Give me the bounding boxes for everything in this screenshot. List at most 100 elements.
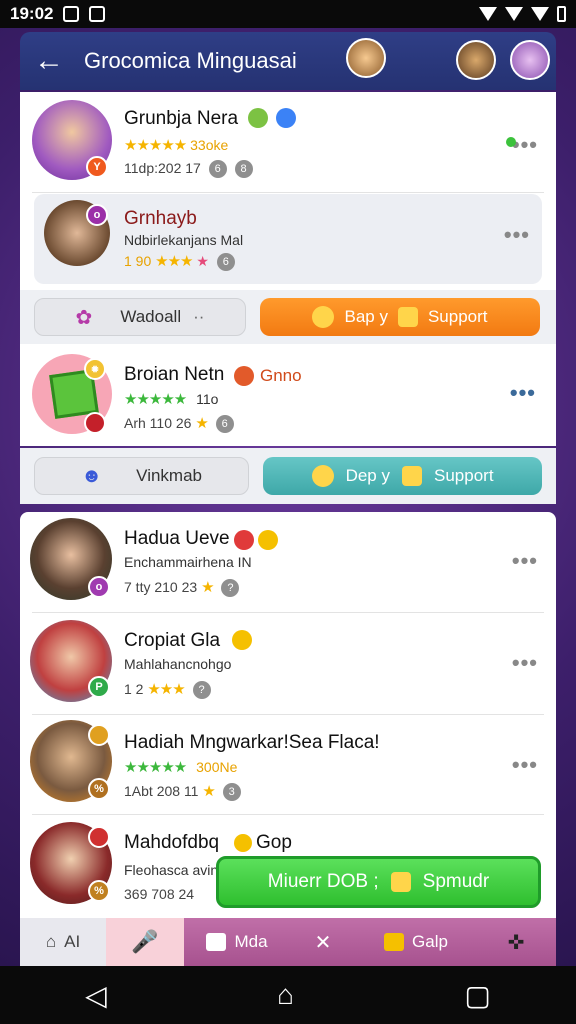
card3-panel[interactable]: ✹ Broian Netn Gnno ★★★★★ 11o Arh 110 26 … xyxy=(20,346,556,446)
rating-stars-icon: ★★★ xyxy=(155,253,193,270)
nav-tools[interactable]: ✕ xyxy=(290,918,356,966)
card2-sub: Ndbirlekanjans Mal xyxy=(124,232,244,248)
info-icon[interactable]: 6 xyxy=(215,415,234,434)
tag-icon xyxy=(234,366,254,386)
help-icon[interactable]: ? xyxy=(221,579,240,598)
star-icon: ★ xyxy=(202,783,215,800)
tools-icon: ✕ xyxy=(314,931,332,954)
nav-mic[interactable]: 🎤 xyxy=(106,918,184,966)
gift-icon xyxy=(384,933,405,951)
help-icon[interactable]: ? xyxy=(192,681,211,700)
card2-highlight[interactable] xyxy=(34,194,542,284)
action-bar-2: ☻ Vinkmab Dep y Support xyxy=(20,448,556,504)
card1-name: Grunbja Nera xyxy=(124,108,239,129)
recents-icon[interactable]: ▢ xyxy=(464,979,490,1012)
list-item-name: Mahdofdbq xyxy=(124,832,220,853)
bap-support-button[interactable]: Bap y Support xyxy=(260,298,540,336)
nav-more[interactable]: ✜ xyxy=(476,918,556,966)
wifi-icon xyxy=(479,7,497,21)
badge-icon: % xyxy=(88,880,110,902)
list-item-rating: ★★★★★ 300Ne xyxy=(124,759,238,776)
puzzle-icon: ✜ xyxy=(507,931,525,954)
back-icon[interactable]: ◁ xyxy=(85,979,107,1012)
level-badge-icon: Y xyxy=(86,156,108,178)
system-nav-bar: ◁ ⌂ ▢ xyxy=(0,966,576,1024)
card3-rating: ★★★★★ 11o xyxy=(124,391,219,408)
tag-icon xyxy=(234,530,254,550)
back-arrow-icon[interactable]: ← xyxy=(34,44,70,78)
list-item-sub: Mahlahancnohgo xyxy=(124,656,232,672)
check-icon xyxy=(397,307,418,327)
status-bar: 19:02 xyxy=(0,0,576,28)
badge-icon xyxy=(88,724,110,746)
rating-stars-icon: ★★★ xyxy=(147,681,185,698)
info-icon[interactable]: 6 xyxy=(208,160,227,179)
star-icon: ★ xyxy=(196,253,209,269)
vinkmab-button[interactable]: ☻ Vinkmab xyxy=(34,457,250,495)
signal-icon xyxy=(505,7,523,21)
more-options-icon[interactable]: ••• xyxy=(504,222,530,248)
badge-icon: % xyxy=(88,778,110,800)
more-options-icon[interactable]: ••• xyxy=(512,752,538,778)
rating-stars-icon: ★★★★★ xyxy=(124,391,187,408)
rating-stars-icon: ★★★★★ xyxy=(124,759,187,776)
star-icon: ★ xyxy=(201,579,214,596)
dots-icon: ·· xyxy=(193,307,205,326)
coin-icon xyxy=(311,465,334,487)
badge-icon: o xyxy=(88,576,110,598)
card3-tag: Gnno xyxy=(260,366,302,385)
more-options-icon[interactable]: ••• xyxy=(512,548,538,574)
settings-avatar[interactable] xyxy=(510,40,550,80)
list-item-meta: 7 tty 210 23 ★ ? xyxy=(124,578,240,598)
wadoall-button[interactable]: ✿ Wadoall ·· xyxy=(34,298,246,336)
verified-icon xyxy=(276,108,296,128)
nav-galp[interactable]: Galp xyxy=(356,918,476,966)
profile-avatar[interactable] xyxy=(456,40,496,80)
nav-mda[interactable]: Mda xyxy=(184,918,290,966)
more-options-icon[interactable]: ••• xyxy=(512,650,538,676)
bottom-nav: ⌂ AI 🎤 Mda ✕ Galp ✜ xyxy=(20,918,556,966)
coin-icon xyxy=(258,530,278,550)
user-icon: ☻ xyxy=(81,464,103,487)
list-item-meta: 1Abt 208 11 ★ 3 xyxy=(124,782,241,802)
nav-home[interactable]: ⌂ AI xyxy=(20,918,106,966)
app-header: ← Grocomica Minguasai xyxy=(20,32,556,90)
list-item-meta: 369 708 24 xyxy=(124,886,195,902)
flower-icon: ✿ xyxy=(75,306,93,329)
page-title: Grocomica Minguasai xyxy=(84,48,297,73)
emoji-icon xyxy=(232,630,252,650)
list-item-meta: 1 2 ★★★ ? xyxy=(124,680,211,700)
divider xyxy=(32,612,544,613)
more-options-icon[interactable]: ••• xyxy=(512,132,538,158)
help-icon[interactable]: 8 xyxy=(234,160,253,179)
info-icon[interactable]: 6 xyxy=(216,253,235,272)
card3-meta: Arh 110 26 ★ 6 xyxy=(124,414,234,434)
header-avatar[interactable] xyxy=(346,38,386,78)
card3-name: Broian Netn xyxy=(124,364,225,385)
info-icon[interactable]: 3 xyxy=(222,783,241,802)
support-fab-button[interactable]: Miuerr DOB ; Spmudr xyxy=(216,856,541,908)
card1-meta: 11dp:202 17 6 8 xyxy=(124,160,253,179)
more-options-icon[interactable]: ••• xyxy=(510,380,536,406)
badge-icon: P xyxy=(88,676,110,698)
list-item-tag: Gop xyxy=(256,832,292,853)
status-time: 19:02 xyxy=(10,4,54,23)
home-button-icon[interactable]: ⌂ xyxy=(277,979,294,1011)
dep-support-button[interactable]: Dep y Support xyxy=(263,457,542,495)
notification-icon xyxy=(63,6,80,22)
online-status-icon xyxy=(506,137,516,147)
list-item-sub: Fleohasca avin xyxy=(124,862,219,878)
flag-icon xyxy=(84,412,106,434)
coin-icon xyxy=(312,306,335,328)
list-item-name: Hadua Ueve xyxy=(124,528,230,549)
star-icon: ★ xyxy=(195,415,208,432)
check-icon xyxy=(402,466,422,486)
message-icon xyxy=(89,6,106,22)
card2-name: Grnhayb xyxy=(124,208,197,229)
divider xyxy=(32,814,544,815)
flag-icon xyxy=(248,108,268,128)
divider xyxy=(32,714,544,715)
action-bar: ✿ Wadoall ·· Bap y Support xyxy=(20,290,556,344)
list-item-name: Cropiat Gla xyxy=(124,630,221,651)
signal-icon-2 xyxy=(531,7,549,21)
